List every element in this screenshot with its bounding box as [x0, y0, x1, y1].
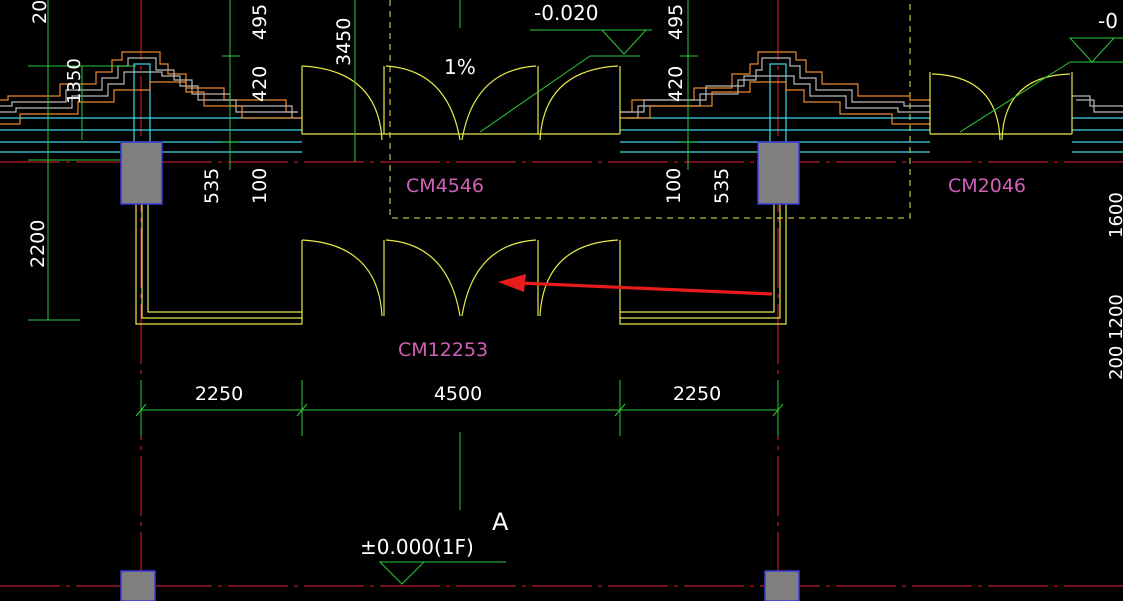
dim-1350: 1350 — [64, 58, 85, 104]
dimension-labels: 20 1350 2200 495 420 3450 535 100 495 42… — [27, 0, 1123, 405]
dim-20-partial: 20 — [29, 0, 51, 24]
dim-right-edge-2: 200 1200 — [1106, 294, 1123, 380]
dim-right-edge-1: 1600 — [1106, 192, 1123, 238]
columns — [120, 141, 800, 601]
door-tag-cm2046: CM2046 — [948, 175, 1026, 197]
level-top: -0.020 — [534, 1, 598, 25]
dim-2200: 2200 — [27, 220, 49, 268]
grid-axis-label-a: A — [492, 508, 509, 536]
upper-doors — [301, 65, 1073, 141]
stair-profile-right — [620, 51, 1123, 125]
level-ground: ±0.000(1F) — [360, 535, 474, 559]
dim-535-right: 535 — [711, 168, 733, 204]
dim-100-left: 100 — [249, 168, 271, 204]
dim-420-right: 420 — [665, 66, 687, 102]
column-right-lower — [764, 570, 800, 601]
door-tag-cm12253: CM12253 — [398, 339, 488, 361]
dim-100-right: 100 — [663, 168, 685, 204]
column-right-upper — [757, 141, 800, 205]
dim-495-right: 495 — [665, 4, 687, 40]
dim-2250-right: 2250 — [673, 383, 721, 405]
dim-4500: 4500 — [434, 383, 482, 405]
slope-label: 1% — [444, 55, 476, 79]
axis-lines — [0, 0, 1123, 601]
door-tag-cm4546: CM4546 — [406, 175, 484, 197]
lower-door-outline — [135, 204, 787, 325]
dim-535-left: 535 — [201, 168, 223, 204]
dim-495-left: 495 — [249, 4, 271, 40]
level-top-right-partial: -0 — [1098, 9, 1118, 33]
column-left-lower — [120, 570, 156, 601]
dim-3450: 3450 — [333, 18, 355, 66]
dim-2250-left: 2250 — [195, 383, 243, 405]
dim-420-left: 420 — [249, 66, 271, 102]
red-annotation-arrow — [498, 274, 773, 296]
cad-drawing-canvas[interactable]: 20 1350 2200 495 420 3450 535 100 495 42… — [0, 0, 1123, 601]
column-left-upper — [120, 141, 163, 205]
